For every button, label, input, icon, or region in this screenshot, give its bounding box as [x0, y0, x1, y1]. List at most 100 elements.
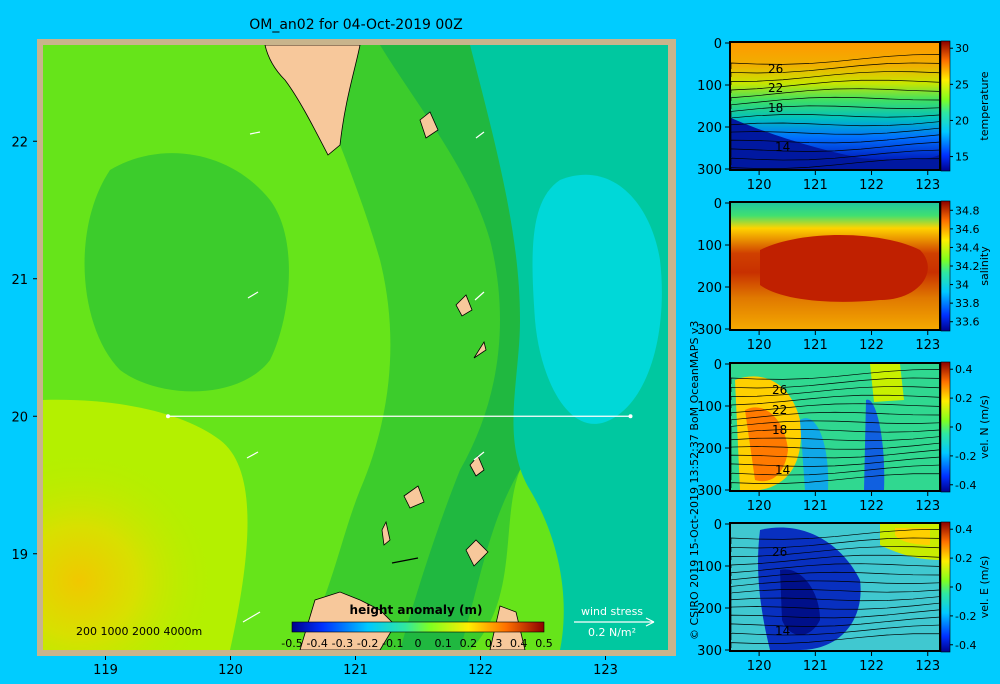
section-x-tick-label: 120 [747, 499, 772, 514]
section-x-tick-label: 122 [859, 499, 884, 514]
section-y-tick-label: 100 [697, 560, 722, 575]
section-colorbar-label: vel. N (m/s) [978, 395, 991, 459]
section-colorbar-tick-label: 0.2 [955, 392, 973, 405]
map-x-tick-label: 120 [218, 663, 243, 678]
map-colorbar-ramp [291, 621, 545, 633]
contour-label: 26 [772, 383, 787, 397]
map-colorbar-tick-label: -0.4 [306, 637, 327, 650]
map-colorbar-ticks: -0.5 -0.4 -0.3 -0.2 -0.1 0 0.1 0.2 0.3 0.4 0.5 [281, 637, 552, 650]
section-y-tick-label: 0 [714, 37, 722, 52]
section-colorbar-tick-label: -0.2 [955, 450, 976, 463]
section-colorbar-tick-label: 34 [955, 279, 969, 292]
contour-label: 26 [768, 62, 783, 76]
contour-label: 18 [772, 423, 787, 437]
section-colorbar-tick-label: 25 [955, 78, 969, 91]
section-y-tick-label: 0 [714, 197, 722, 212]
map-y-ticks: 22 21 20 19 [11, 135, 37, 563]
section-y-tick-label: 100 [697, 400, 722, 415]
map-panel: 119 120 121 122 123 22 21 20 19 200 1000 2000 4… [11, 39, 676, 678]
section-colorbar-label: temperature [978, 71, 991, 140]
contour-label: 14 [775, 140, 790, 154]
map-colorbar-tick-label: -0.2 [357, 637, 378, 650]
section-colorbar-tick-label: 34.4 [955, 241, 980, 254]
contour-label: 26 [772, 545, 787, 559]
section-x-tick-label: 120 [747, 659, 772, 674]
salinity-core [760, 235, 928, 302]
map-x-tick-label: 119 [93, 663, 118, 678]
contour-label: 14 [775, 624, 790, 638]
section-colorbar-tick-label: 34.8 [955, 204, 980, 217]
map-x-tick-label: 121 [343, 663, 368, 678]
section-end-marker [628, 414, 633, 419]
section-start-marker [166, 414, 170, 419]
section-x-tick-label: 122 [859, 178, 884, 193]
map-colorbar-tick-label: 0.5 [535, 637, 553, 650]
section-colorbar-tick-label: 30 [955, 42, 969, 55]
section-x-tick-label: 123 [915, 499, 940, 514]
section-x-tick-label: 121 [803, 499, 828, 514]
map-y-tick-label: 19 [11, 548, 28, 563]
section-x-tick-label: 121 [803, 659, 828, 674]
section-y-tick-label: 100 [697, 239, 722, 254]
section-colorbar-ramp [940, 200, 951, 332]
section-panel-colorbars: 30 25 20 15 temperature 34.8 34.6 34.4 34.2 34 33.… [940, 40, 991, 653]
section-y-tick-label: 300 [697, 323, 722, 338]
section-x-tick-label: 122 [859, 659, 884, 674]
section-y-tick-label: 300 [697, 644, 722, 659]
section-colorbar-tick-label: -0.4 [955, 479, 976, 492]
map-x-ticks: 119 120 121 122 123 [93, 656, 618, 678]
map-x-tick-label: 123 [593, 663, 618, 678]
map-colorbar-tick-label: 0.3 [485, 637, 503, 650]
map-colorbar-tick-label: 0.1 [434, 637, 452, 650]
section-colorbar-label: salinity [978, 246, 991, 286]
map-colorbar-tick-label: 0 [415, 637, 422, 650]
map-y-tick-label: 20 [11, 410, 28, 425]
section-colorbar-tick-label: 20 [955, 114, 969, 127]
section-y-tick-label: 200 [697, 442, 722, 457]
salinity-panel [729, 201, 941, 331]
contour-label: 14 [775, 463, 790, 477]
section-colorbar-tick-label: 15 [955, 151, 969, 164]
map-colorbar-label: height anomaly (m) [350, 603, 483, 617]
section-x-tick-label: 121 [803, 178, 828, 193]
contour-label: 22 [772, 403, 787, 417]
section-y-tick-label: 0 [714, 518, 722, 533]
map-warm-anomaly [43, 420, 283, 650]
section-colorbar-label: vel. E (m/s) [978, 556, 991, 619]
contour-label: 18 [768, 101, 783, 115]
section-colorbar-tick-label: 34.2 [955, 260, 980, 273]
map-green-eddy [84, 153, 289, 392]
section-colorbar-tick-label: 0 [955, 421, 962, 434]
section-colorbar-ramp [940, 361, 951, 493]
map-colorbar-tick-label: 0.4 [510, 637, 528, 650]
vel-e-panel: 26 14 [729, 522, 941, 652]
section-y-tick-label: 200 [697, 602, 722, 617]
section-y-tick-label: 200 [697, 121, 722, 136]
section-x-tick-label: 121 [803, 338, 828, 353]
section-y-tick-label: 200 [697, 281, 722, 296]
contour-label: 22 [768, 81, 783, 95]
map-colorbar-tick-label: -0.1 [382, 637, 403, 650]
section-colorbar-tick-label: 33.6 [955, 316, 980, 329]
section-x-tick-label: 123 [915, 178, 940, 193]
map-x-tick-label: 122 [468, 663, 493, 678]
section-colorbar-ramp [940, 521, 951, 653]
section-x-tick-label: 123 [915, 338, 940, 353]
figure: OM_an02 for 04-Oct-2019 00Z 119 120 121 … [11, 17, 991, 678]
section-colorbar-tick-label: 0.4 [955, 363, 973, 376]
section-colorbar-tick-label: -0.2 [955, 610, 976, 623]
section-colorbar-tick-label: -0.4 [955, 639, 976, 652]
section-x-tick-label: 120 [747, 178, 772, 193]
section-colorbar-tick-label: 34.6 [955, 223, 980, 236]
section-x-tick-label: 122 [859, 338, 884, 353]
section-colorbar-tick-label: 0.2 [955, 552, 973, 565]
section-colorbar-tick-label: 0.4 [955, 523, 973, 536]
temperature-panel: 26 22 18 14 [729, 41, 941, 171]
map-y-tick-label: 22 [11, 135, 28, 150]
map-colorbar-tick-label: -0.5 [281, 637, 302, 650]
wind-stress-label: wind stress [581, 605, 643, 618]
section-colorbar-tick-label: 33.8 [955, 297, 980, 310]
vel-n-panel: 26 22 18 14 [729, 362, 941, 492]
section-colorbar-tick-label: 0 [955, 581, 962, 594]
map-colorbar-tick-label: -0.3 [332, 637, 353, 650]
